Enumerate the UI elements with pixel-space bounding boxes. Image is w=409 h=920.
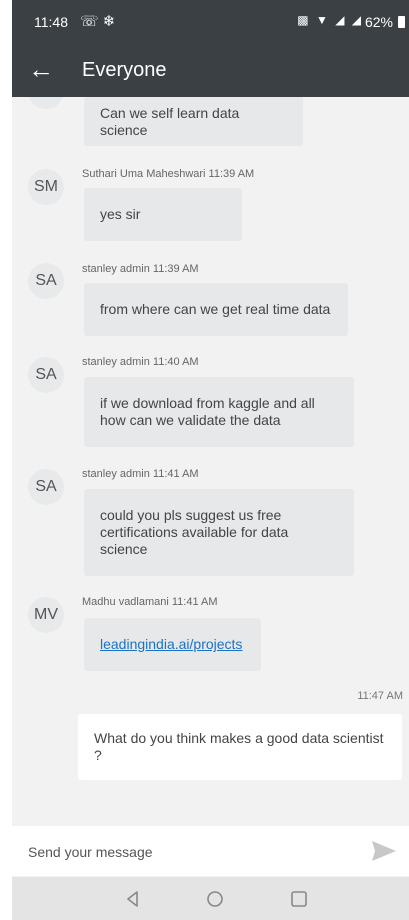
message-bubble: from where can we get real time data bbox=[84, 283, 348, 336]
avatar: SA bbox=[28, 469, 64, 505]
back-triangle-icon[interactable] bbox=[122, 888, 144, 910]
message-input[interactable] bbox=[26, 838, 350, 866]
avatar bbox=[28, 97, 64, 109]
status-right-icons: ▩ ▼ ◢ ◢ bbox=[297, 13, 363, 27]
send-icon[interactable] bbox=[369, 838, 399, 864]
message-text: could you pls suggest us free certificat… bbox=[100, 507, 289, 557]
status-left-icons: ☏❄ bbox=[80, 12, 119, 30]
outgoing-message-bubble: What do you think makes a good data scie… bbox=[78, 714, 402, 780]
message-text: if we download from kaggle and all how c… bbox=[100, 395, 315, 428]
message-bubble: yes sir bbox=[84, 188, 242, 241]
message-sender: stanley admin 11:41 AM bbox=[82, 468, 199, 480]
message-sender: Suthari Uma Maheshwari 11:39 AM bbox=[82, 168, 255, 180]
avatar: SA bbox=[28, 357, 64, 393]
avatar: SA bbox=[28, 263, 64, 299]
home-circle-icon[interactable] bbox=[204, 888, 226, 910]
message-link[interactable]: leadingindia.ai/projects bbox=[100, 636, 242, 653]
message-sender: stanley admin 11:39 AM bbox=[82, 263, 199, 275]
message-composer bbox=[12, 826, 409, 876]
snowflake-icon: ❄ bbox=[102, 13, 120, 30]
system-nav-bar bbox=[12, 877, 409, 920]
wifi-icon: ▼ bbox=[315, 13, 330, 27]
chat-list[interactable]: Can we self learn data science SM Suthar… bbox=[12, 97, 409, 820]
page-title: Everyone bbox=[82, 59, 167, 81]
signal-icon: ◢ bbox=[335, 13, 347, 27]
recents-square-icon[interactable] bbox=[288, 888, 310, 910]
message-bubble: Can we self learn data science bbox=[84, 97, 303, 146]
app-frame: 11:48 ☏❄ ▩ ▼ ◢ ◢ 62% ← Everyone Can we s… bbox=[12, 0, 409, 920]
signal-icon: ◢ bbox=[351, 13, 363, 27]
message-bubble: if we download from kaggle and all how c… bbox=[84, 377, 354, 447]
vibrate-icon: ▩ bbox=[297, 13, 311, 27]
message-text: yes sir bbox=[100, 206, 141, 222]
app-bar: ← Everyone bbox=[12, 45, 409, 97]
whatsapp-icon: ☏ bbox=[80, 13, 103, 30]
avatar: MV bbox=[28, 597, 64, 633]
outgoing-message-text: What do you think makes a good data scie… bbox=[94, 730, 384, 763]
status-time: 11:48 bbox=[34, 14, 68, 30]
message-bubble: could you pls suggest us free certificat… bbox=[84, 489, 354, 576]
avatar: SM bbox=[28, 169, 64, 205]
outgoing-timestamp: 11:47 AM bbox=[357, 690, 403, 702]
message-bubble: leadingindia.ai/projects bbox=[84, 618, 261, 671]
arrow-left-icon[interactable]: ← bbox=[28, 55, 54, 83]
battery-level: 62% bbox=[364, 14, 393, 30]
message-sender: stanley admin 11:40 AM bbox=[82, 356, 199, 368]
message-sender: Madhu vadlamani 11:41 AM bbox=[82, 596, 218, 608]
message-text: from where can we get real time data bbox=[100, 301, 331, 317]
status-bar: 11:48 ☏❄ ▩ ▼ ◢ ◢ 62% bbox=[12, 0, 409, 45]
message-text: Can we self learn data science bbox=[100, 104, 240, 138]
battery-icon bbox=[398, 16, 405, 28]
